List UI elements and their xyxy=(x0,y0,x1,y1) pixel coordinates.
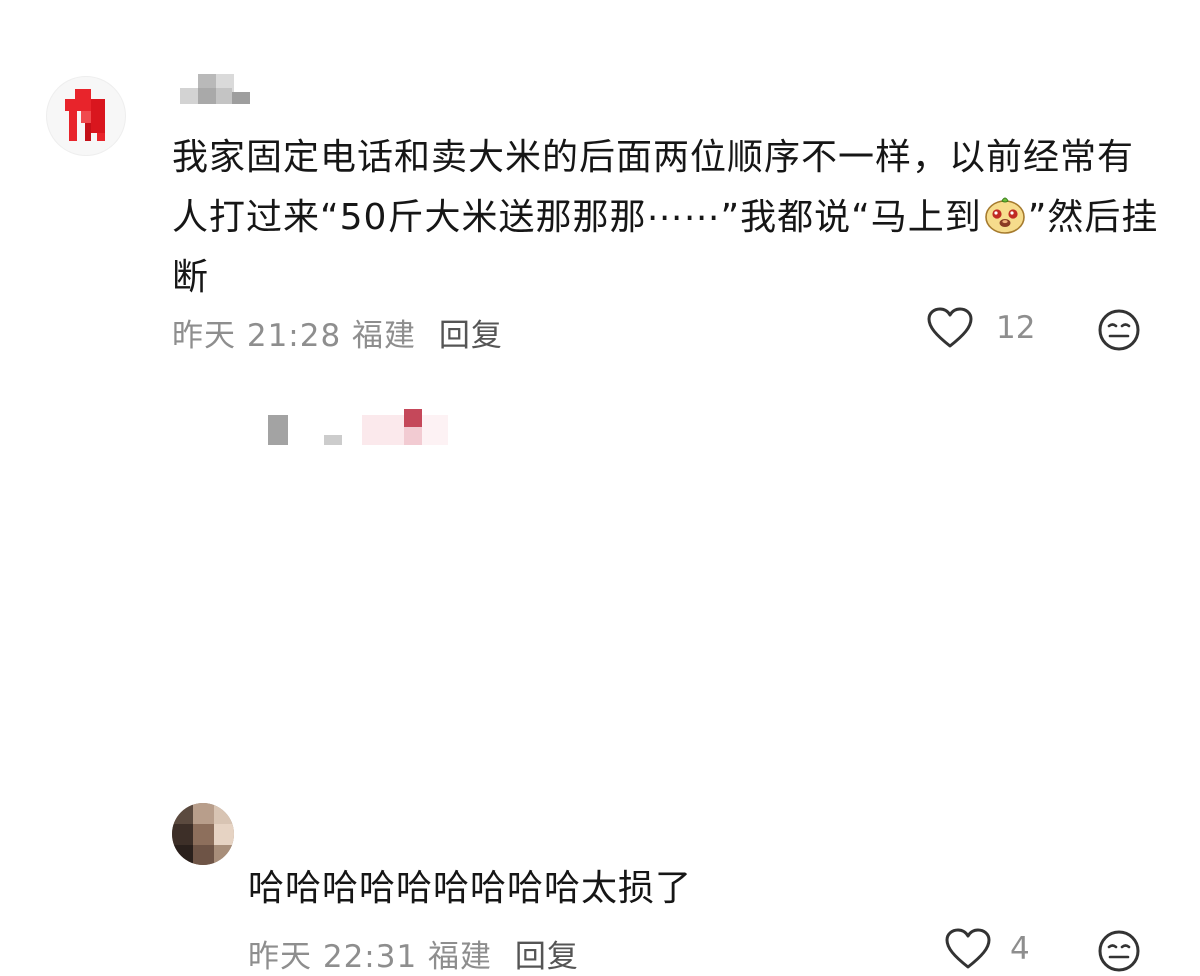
reply-button[interactable]: 回复 xyxy=(515,939,579,975)
avatar[interactable] xyxy=(46,76,126,156)
reply-button[interactable]: 回复 xyxy=(439,318,503,354)
comment-meta: 昨天 22:31 福建 回复 xyxy=(248,931,579,976)
heart-outline-icon xyxy=(945,928,991,969)
speechless-face-icon[interactable] xyxy=(1097,929,1141,973)
avatar[interactable] xyxy=(172,803,234,865)
like-count: 12 xyxy=(996,310,1036,346)
comment-item: 我家固定电话和卖大米的后面两位顺序不一样，以前经常有人打过来“50斤大米送那那那… xyxy=(0,0,1200,380)
comment-meta: 昨天 21:28 福建 回复 xyxy=(172,310,503,355)
username-redacted[interactable] xyxy=(180,74,250,104)
timestamp-location: 昨天 21:28 福建 xyxy=(172,318,417,354)
avatar-image xyxy=(65,89,105,141)
reply-comment-item: 哈哈哈哈哈哈哈哈哈太损了 昨天 22:31 福建 回复 4 xyxy=(0,395,1200,975)
timestamp-location: 昨天 22:31 福建 xyxy=(248,939,493,975)
comment-text: 我家固定电话和卖大米的后面两位顺序不一样，以前经常有人打过来“50斤大米送那那那… xyxy=(172,128,1162,308)
comment-text: 哈哈哈哈哈哈哈哈哈太损了 xyxy=(248,868,693,909)
like-button[interactable]: 4 xyxy=(944,927,1030,971)
username-redacted[interactable] xyxy=(268,409,458,449)
like-button[interactable]: 12 xyxy=(926,306,1035,350)
like-count: 4 xyxy=(1010,931,1030,967)
speechless-face-icon[interactable] xyxy=(1097,308,1141,352)
heart-outline-icon xyxy=(927,307,973,348)
mole-face-emoji-icon xyxy=(984,197,1025,234)
